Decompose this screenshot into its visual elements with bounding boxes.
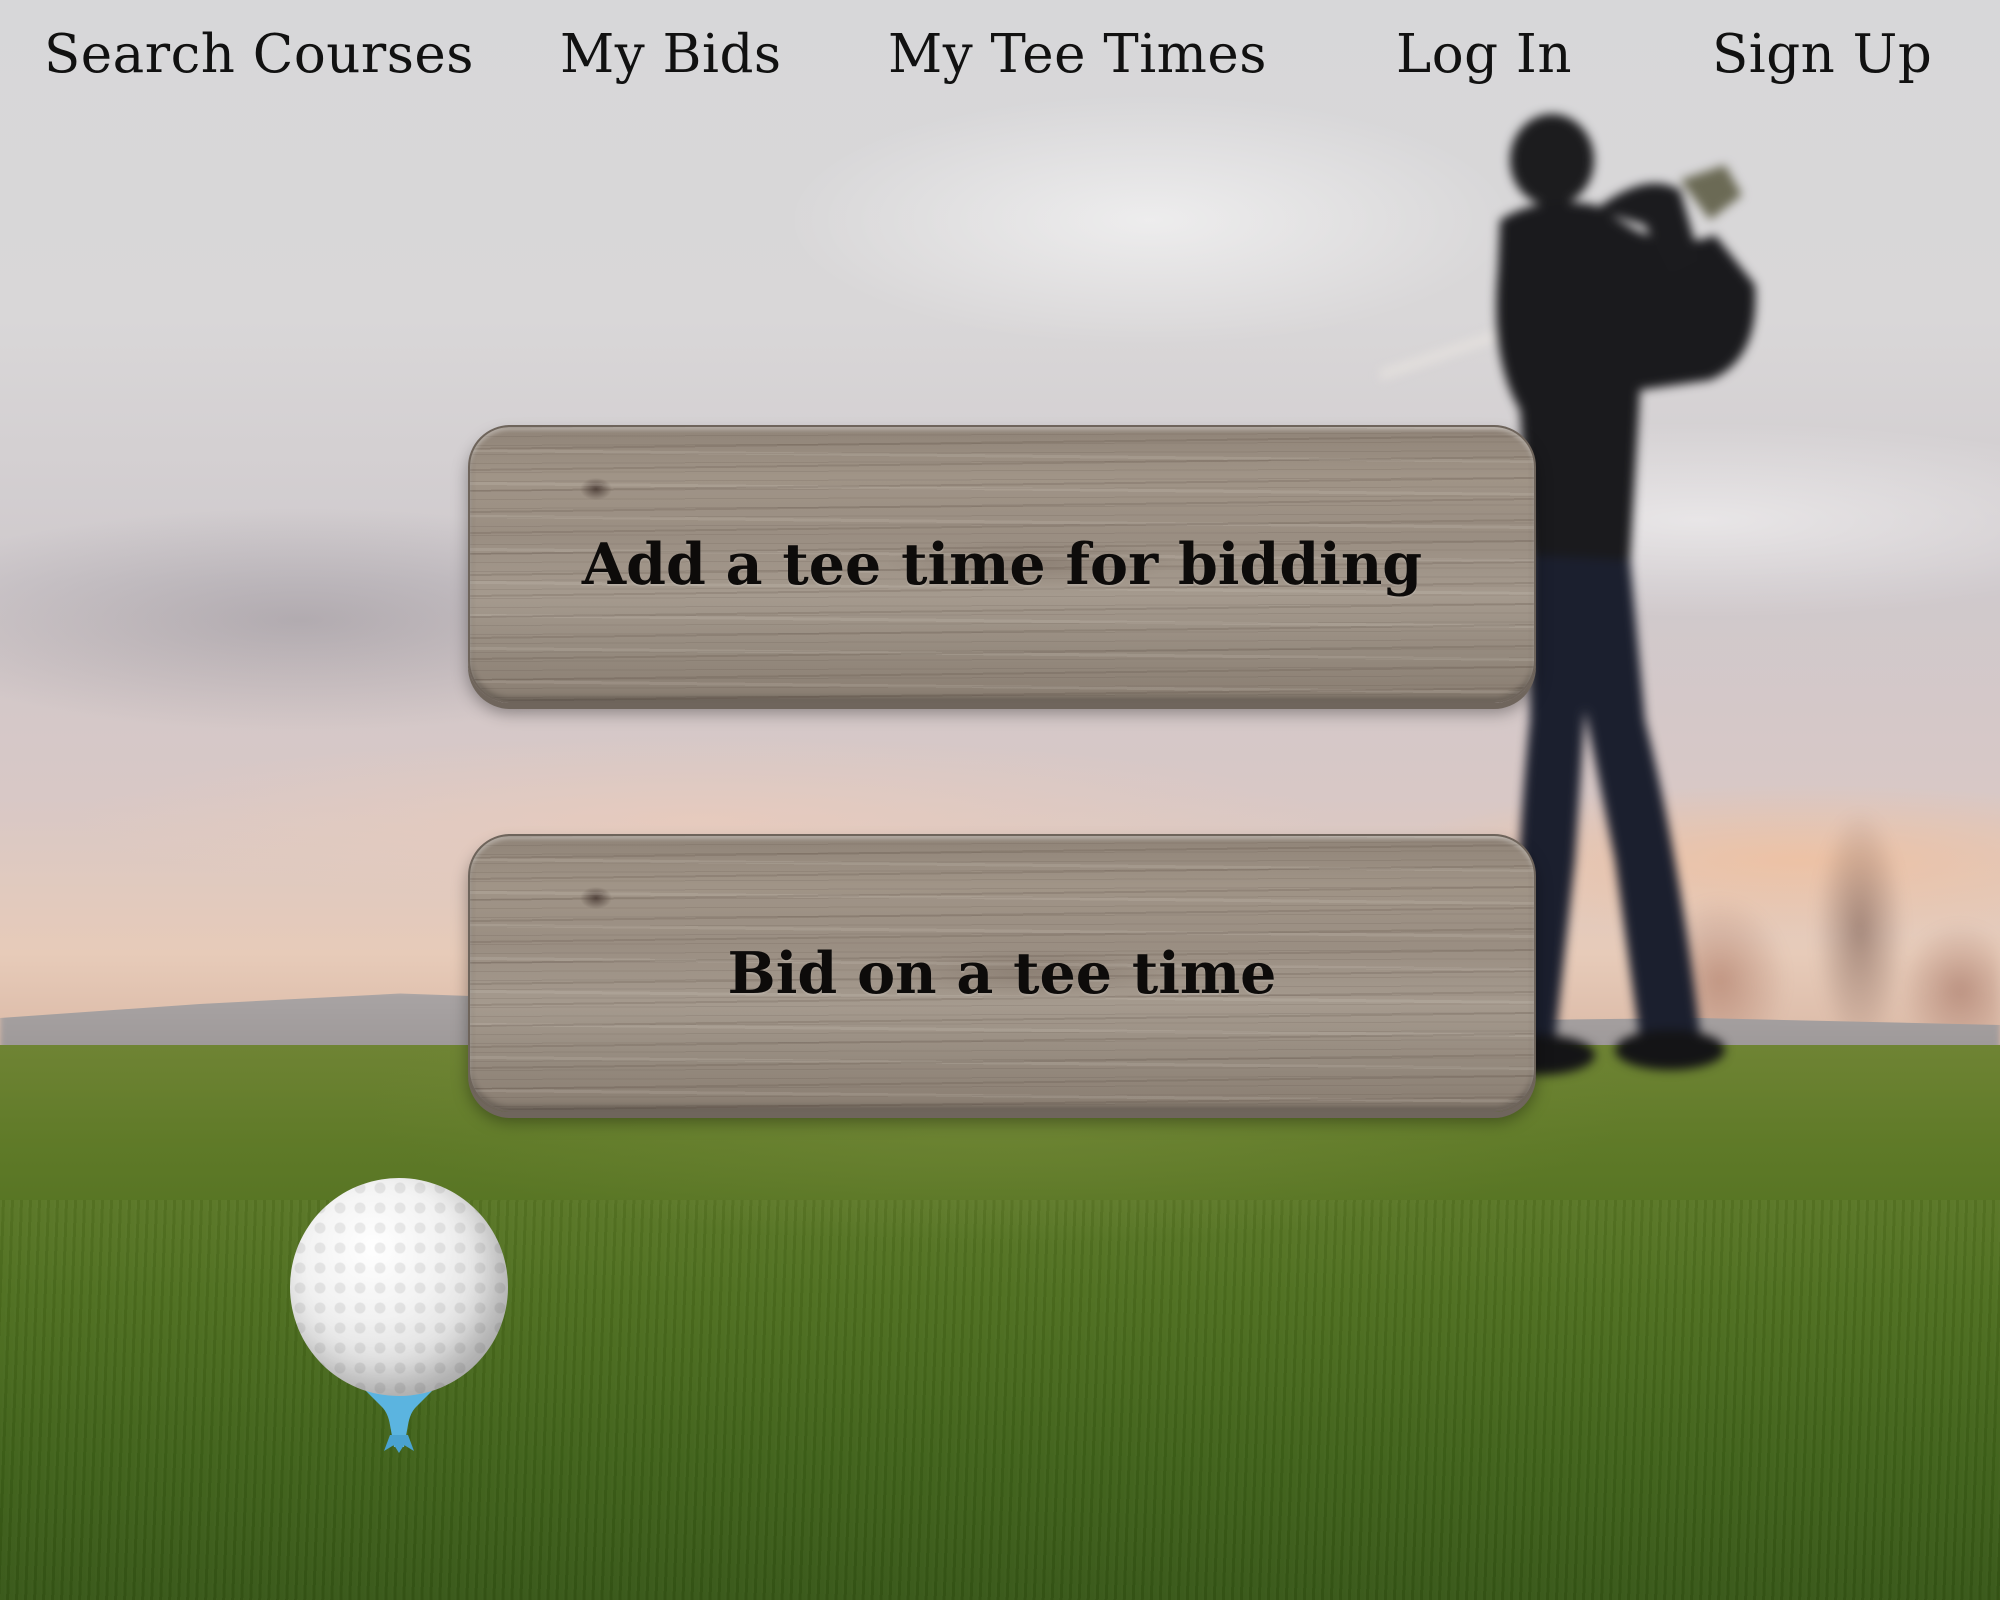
nav-search-courses[interactable]: Search Courses — [44, 24, 474, 85]
bid-tee-time-button[interactable]: Bid on a tee time — [468, 834, 1536, 1112]
nav-my-tee-times[interactable]: My Tee Times — [888, 24, 1267, 85]
golf-ball-dimples — [290, 1178, 508, 1396]
background-photo — [0, 0, 2000, 1600]
top-navigation: Search Courses My Bids My Tee Times Log … — [0, 0, 2000, 120]
nav-sign-up[interactable]: Sign Up — [1712, 24, 1932, 85]
golf-ball-icon — [290, 1178, 508, 1396]
nav-log-in[interactable]: Log In — [1396, 24, 1572, 85]
add-tee-time-label: Add a tee time for bidding — [581, 530, 1423, 598]
bid-tee-time-label: Bid on a tee time — [727, 939, 1277, 1007]
add-tee-time-button[interactable]: Add a tee time for bidding — [468, 425, 1536, 703]
nav-my-bids[interactable]: My Bids — [560, 24, 782, 85]
